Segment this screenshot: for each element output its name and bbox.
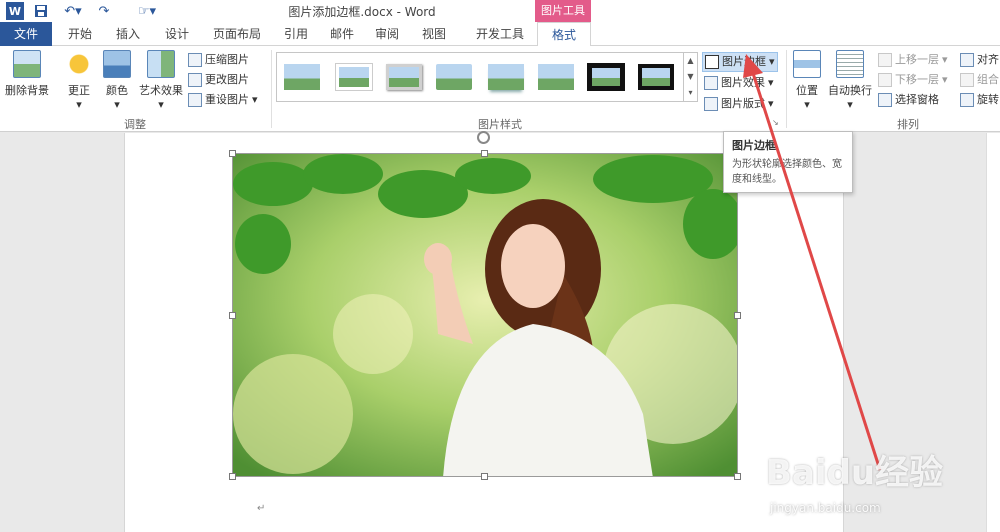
annotation-arrow-line [750,69,882,471]
baidu-watermark: Baidu经验 jingyan.baidu.com [760,435,1000,532]
watermark-url: jingyan.baidu.com [770,501,881,515]
watermark-brand: Baidu经验 [766,453,944,493]
annotation-arrow-head [743,54,763,78]
